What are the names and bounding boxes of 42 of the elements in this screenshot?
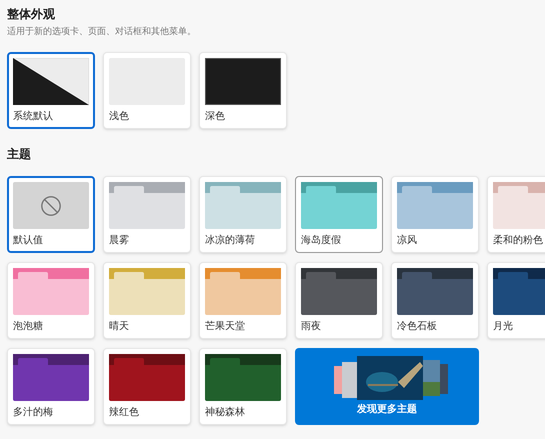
theme-card[interactable]: 泡泡糖 [7,262,95,339]
theme-label: 深色 [205,111,226,123]
theme-label: 晨雾 [109,235,130,247]
theme-card[interactable]: 海岛度假 [295,176,383,253]
theme-label: 雨夜 [301,321,322,333]
theme-card[interactable]: 深色 [199,52,287,129]
more-themes-label: 发现更多主题 [357,404,417,416]
theme-card[interactable]: 晨雾 [103,176,191,253]
theme-label: 辣红色 [109,407,140,419]
theme-card[interactable]: 神秘森林 [199,348,287,425]
theme-label: 浅色 [109,111,130,123]
theme-label: 冷色石板 [397,321,438,333]
theme-label: 泡泡糖 [13,321,44,333]
theme-card[interactable]: 浅色 [103,52,191,129]
theme-card[interactable]: 辣红色 [103,348,191,425]
section-description: 适用于新的选项卡、页面、对话框和其他菜单。 [7,25,197,38]
theme-label: 晴天 [109,321,130,333]
theme-card[interactable]: 冰凉的薄荷 [199,176,287,253]
section-title: 主题 [7,146,32,162]
section-title: 整体外观 [7,6,56,22]
prohibit-icon [40,194,62,216]
theme-card[interactable]: 柔和的粉色 [487,176,545,253]
theme-label: 柔和的粉色 [493,235,544,247]
theme-label: 多汁的梅 [13,407,54,419]
theme-label: 神秘森林 [205,407,246,419]
theme-card[interactable]: 雨夜 [295,262,383,339]
theme-card[interactable]: 晴天 [103,262,191,339]
theme-card[interactable]: 默认值 [7,176,95,253]
theme-label: 默认值 [13,235,44,247]
theme-label: 海岛度假 [301,235,342,247]
more-themes-banner[interactable]: 发现更多主题 [295,348,479,425]
theme-label: 月光 [493,321,514,333]
theme-card[interactable]: 多汁的梅 [7,348,95,425]
theme-card[interactable]: 月光 [487,262,545,339]
theme-card[interactable]: 系统默认 [7,52,95,129]
theme-label: 芒果天堂 [205,321,246,333]
theme-label: 凉风 [397,235,418,247]
theme-card[interactable]: 芒果天堂 [199,262,287,339]
theme-card[interactable]: 凉风 [391,176,479,253]
theme-card[interactable]: 冷色石板 [391,262,479,339]
theme-label: 冰凉的薄荷 [205,235,256,247]
theme-label: 系统默认 [13,111,54,123]
